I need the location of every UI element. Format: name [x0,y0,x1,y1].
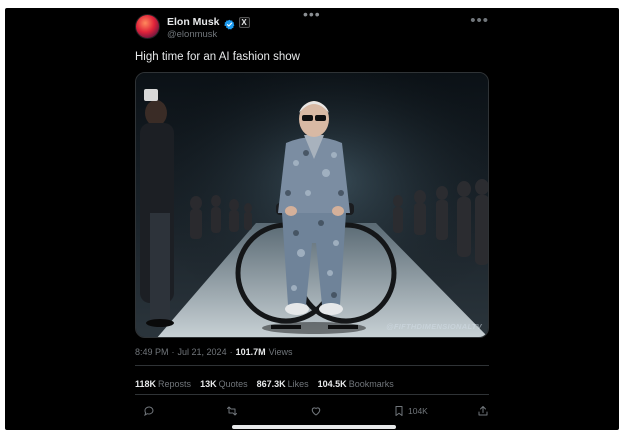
home-indicator[interactable] [232,425,396,429]
like-button[interactable] [310,405,322,417]
more-icon[interactable]: ••• [470,13,489,28]
bookmark-count: 104K [408,406,428,416]
divider [135,365,489,366]
views-label[interactable]: Views [269,347,293,357]
author-display-name[interactable]: Elon Musk [167,16,220,28]
stat-likes[interactable]: 867.3K Likes [257,379,309,389]
action-bar: 104K [135,405,489,419]
tweet-time[interactable]: 8:49 PM [135,347,169,357]
phone-screen: ••• ••• Elon Musk X @elonmusk High time … [5,8,619,430]
avatar[interactable] [135,14,160,39]
stat-quotes[interactable]: 13K Quotes [200,379,248,389]
tweet-media-image[interactable]: @FIFTHDIMENSIONALTV [135,72,489,338]
stat-bookmarks[interactable]: 104.5K Bookmarks [318,379,394,389]
share-button[interactable] [477,405,489,417]
repost-button[interactable] [226,405,238,417]
tweet-meta: 8:49 PM · Jul 21, 2024 · 101.7M Views [135,347,292,357]
bookmark-icon [395,406,403,416]
drag-handle-dots-icon: ••• [303,8,321,22]
views-count[interactable]: 101.7M [236,347,266,357]
engagement-stats: 118K Reposts 13K Quotes 867.3K Likes 104.5K… [135,379,394,389]
verified-badge-icon [223,17,235,29]
author-handle[interactable]: @elonmusk [167,29,217,40]
reply-icon [144,406,154,417]
author-name-row: Elon Musk X [167,16,250,29]
tweet-card: ••• ••• Elon Musk X @elonmusk High time … [5,8,619,430]
share-icon [478,406,488,416]
media-watermark: @FIFTHDIMENSIONALTV [386,322,482,331]
divider [135,394,489,395]
repost-icon [227,406,237,416]
meta-separator: · [171,347,175,357]
tweet-date[interactable]: Jul 21, 2024 [178,347,227,357]
meta-separator: · [229,347,233,357]
heart-icon [311,407,321,416]
tweet-text: High time for an AI fashion show [135,51,300,63]
stat-reposts[interactable]: 118K Reposts [135,379,191,389]
x-affiliation-icon: X [238,16,250,28]
bookmark-button[interactable]: 104K [393,405,428,417]
reply-button[interactable] [143,405,155,417]
